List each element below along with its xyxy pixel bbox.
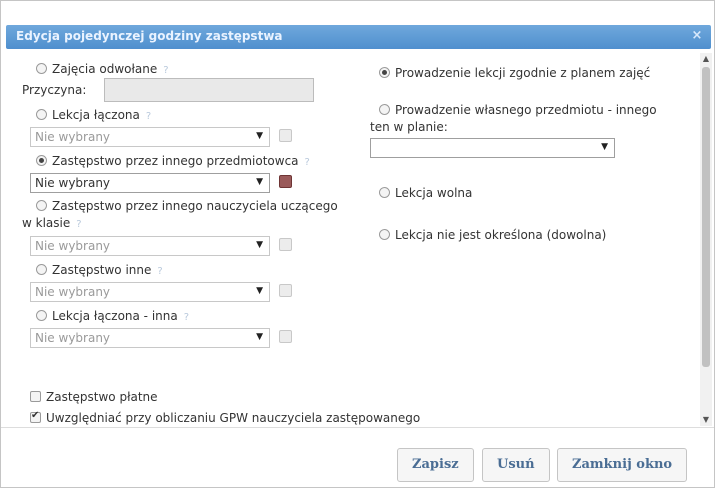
radio-per-plan[interactable] — [379, 67, 390, 78]
option-other-subject-teacher[interactable]: Zastępstwo przez innego przedmiotowca? — [36, 154, 315, 168]
other-substitution-select-value: Nie wybrany — [35, 285, 111, 299]
option-class-teacher-line2: w klasie? — [22, 216, 86, 230]
label-class-teacher: Zastępstwo przez innego nauczyciela uczą… — [52, 199, 338, 213]
close-window-button[interactable]: Zamknij okno — [557, 448, 688, 482]
help-icon[interactable]: ? — [76, 220, 86, 230]
reason-input[interactable] — [104, 78, 314, 102]
label-paid: Zastępstwo płatne — [46, 390, 158, 404]
radio-other-subject-teacher[interactable] — [36, 155, 47, 166]
option-free-lesson[interactable]: Lekcja wolna — [379, 186, 472, 200]
label-undetermined: Lekcja nie jest określona (dowolna) — [395, 228, 607, 242]
help-icon[interactable]: ? — [146, 112, 156, 122]
radio-undetermined[interactable] — [379, 229, 390, 240]
option-class-teacher[interactable]: Zastępstwo przez innego nauczyciela uczą… — [36, 199, 338, 213]
label-own-subject: Prowadzenie własnego przedmiotu - innego — [395, 103, 657, 117]
dialog-titlebar: Edycja pojedynczej godziny zastępstwa × — [6, 25, 711, 49]
close-icon[interactable]: × — [689, 28, 705, 44]
own-subject-select[interactable]: ▼ — [370, 138, 615, 158]
chevron-down-icon: ▼ — [256, 240, 263, 250]
chevron-down-icon: ▼ — [256, 332, 263, 342]
chevron-down-icon: ▼ — [256, 131, 263, 141]
chevron-down-icon: ▼ — [601, 142, 608, 152]
radio-free-lesson[interactable] — [379, 187, 390, 198]
radio-combined[interactable] — [36, 109, 47, 120]
chevron-down-icon: ▼ — [256, 286, 263, 296]
option-other-substitution[interactable]: Zastępstwo inne? — [36, 263, 167, 277]
label-gpw: Uwzględniać przy obliczaniu GPW nauczyci… — [46, 411, 421, 425]
chevron-down-icon: ▼ — [256, 177, 263, 187]
picker-icon[interactable] — [279, 284, 292, 297]
label-combined: Lekcja łączona — [52, 108, 140, 122]
option-combined[interactable]: Lekcja łączona? — [36, 108, 156, 122]
scroll-down-icon[interactable]: ▼ — [700, 414, 712, 426]
option-own-subject[interactable]: Prowadzenie własnego przedmiotu - innego — [379, 103, 657, 117]
other-subject-teacher-select-value: Nie wybrany — [35, 176, 111, 190]
label-canceled: Zajęcia odwołane — [52, 62, 158, 76]
radio-canceled[interactable] — [36, 63, 47, 74]
label-other-subject-teacher: Zastępstwo przez innego przedmiotowca — [52, 154, 299, 168]
scrollbar-thumb[interactable] — [702, 67, 710, 367]
picker-icon[interactable] — [279, 238, 292, 251]
combined-select[interactable]: Nie wybrany ▼ — [30, 127, 270, 147]
help-icon[interactable]: ? — [184, 313, 194, 323]
checkbox-paid[interactable] — [30, 391, 41, 402]
label-reason: Przyczyna: — [22, 83, 87, 97]
label-free-lesson: Lekcja wolna — [395, 186, 473, 200]
radio-combined-other[interactable] — [36, 310, 47, 321]
dialog-content: Zajęcia odwołane? Przyczyna: Lekcja łącz… — [6, 53, 699, 426]
class-teacher-select[interactable]: Nie wybrany ▼ — [30, 236, 270, 256]
help-icon[interactable]: ? — [163, 66, 173, 76]
option-undetermined[interactable]: Lekcja nie jest określona (dowolna) — [379, 228, 606, 242]
label-own-subject-line2: ten w planie: — [370, 120, 448, 134]
label-other-substitution: Zastępstwo inne — [52, 263, 152, 277]
other-subject-teacher-select[interactable]: Nie wybrany ▼ — [30, 173, 270, 193]
radio-other-substitution[interactable] — [36, 264, 47, 275]
save-button[interactable]: Zapisz — [397, 448, 474, 482]
option-combined-other[interactable]: Lekcja łączona - inna? — [36, 309, 194, 323]
combined-select-value: Nie wybrany — [35, 130, 111, 144]
scroll-up-icon[interactable]: ▲ — [700, 53, 712, 65]
dialog-title: Edycja pojedynczej godziny zastępstwa — [16, 29, 283, 43]
label-per-plan: Prowadzenie lekcji zgodnie z planem zaję… — [395, 66, 651, 80]
radio-own-subject[interactable] — [379, 104, 390, 115]
picker-icon[interactable] — [279, 129, 292, 142]
combined-other-select[interactable]: Nie wybrany ▼ — [30, 328, 270, 348]
option-canceled[interactable]: Zajęcia odwołane? — [36, 62, 173, 76]
picker-icon[interactable] — [279, 330, 292, 343]
content-scrollbar[interactable]: ▲ ▼ — [700, 53, 712, 426]
checkbox-gpw[interactable] — [30, 410, 41, 423]
label-combined-other: Lekcja łączona - inna — [52, 309, 178, 323]
dialog-footer: Zapisz Usuń Zamknij okno — [1, 427, 714, 488]
option-paid[interactable]: Zastępstwo płatne — [30, 390, 158, 404]
option-gpw[interactable]: Uwzględniać przy obliczaniu GPW nauczyci… — [30, 410, 421, 425]
option-per-plan[interactable]: Prowadzenie lekcji zgodnie z planem zaję… — [379, 66, 650, 80]
label-class-teacher-line2: w klasie — [22, 216, 71, 230]
picker-icon[interactable] — [279, 175, 292, 188]
radio-class-teacher[interactable] — [36, 200, 47, 211]
class-teacher-select-value: Nie wybrany — [35, 239, 111, 253]
other-substitution-select[interactable]: Nie wybrany ▼ — [30, 282, 270, 302]
help-icon[interactable]: ? — [305, 158, 315, 168]
delete-button[interactable]: Usuń — [482, 448, 550, 482]
combined-other-select-value: Nie wybrany — [35, 331, 111, 345]
dialog-window: Edycja pojedynczej godziny zastępstwa × … — [0, 0, 715, 488]
help-icon[interactable]: ? — [157, 267, 167, 277]
